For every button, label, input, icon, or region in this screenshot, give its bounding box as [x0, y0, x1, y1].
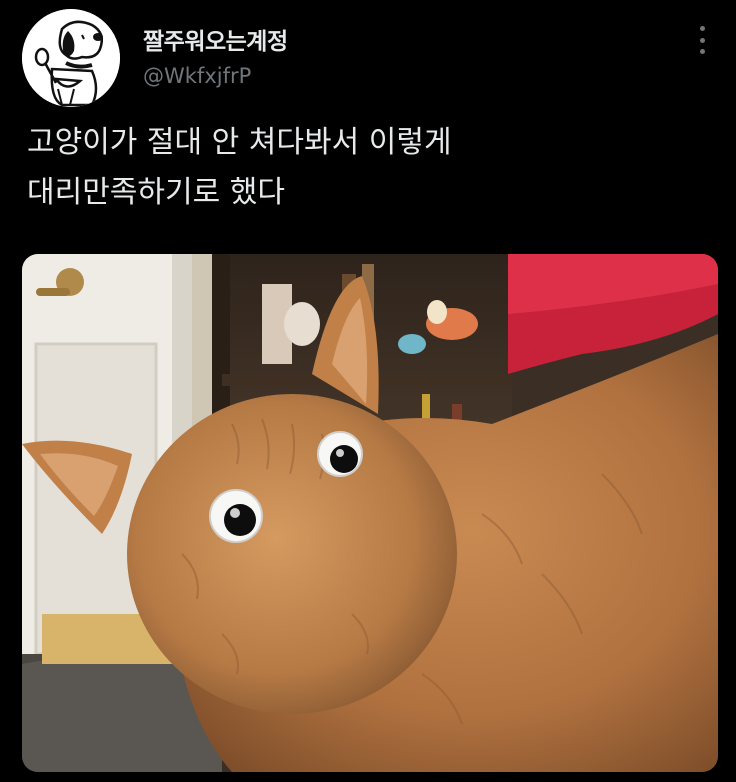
author-display-name[interactable]: 짤주워오는계정 — [143, 22, 288, 56]
more-dot — [699, 49, 705, 54]
tweet-media-photo[interactable] — [22, 254, 718, 772]
author-avatar[interactable] — [22, 9, 120, 107]
snoopy-avatar-icon — [22, 9, 120, 107]
author-handle[interactable]: @WkfxjfrP — [143, 64, 251, 88]
googly-eye-right — [209, 489, 263, 543]
googly-eye-left — [317, 431, 363, 477]
more-dot — [699, 26, 705, 31]
cat-photo-image — [22, 254, 718, 772]
more-options-icon[interactable] — [690, 26, 714, 54]
tweet-text: 고양이가 절대 안 쳐다봐서 이렇게 대리만족하기로 했다 — [27, 125, 452, 210]
more-dot — [699, 37, 705, 43]
